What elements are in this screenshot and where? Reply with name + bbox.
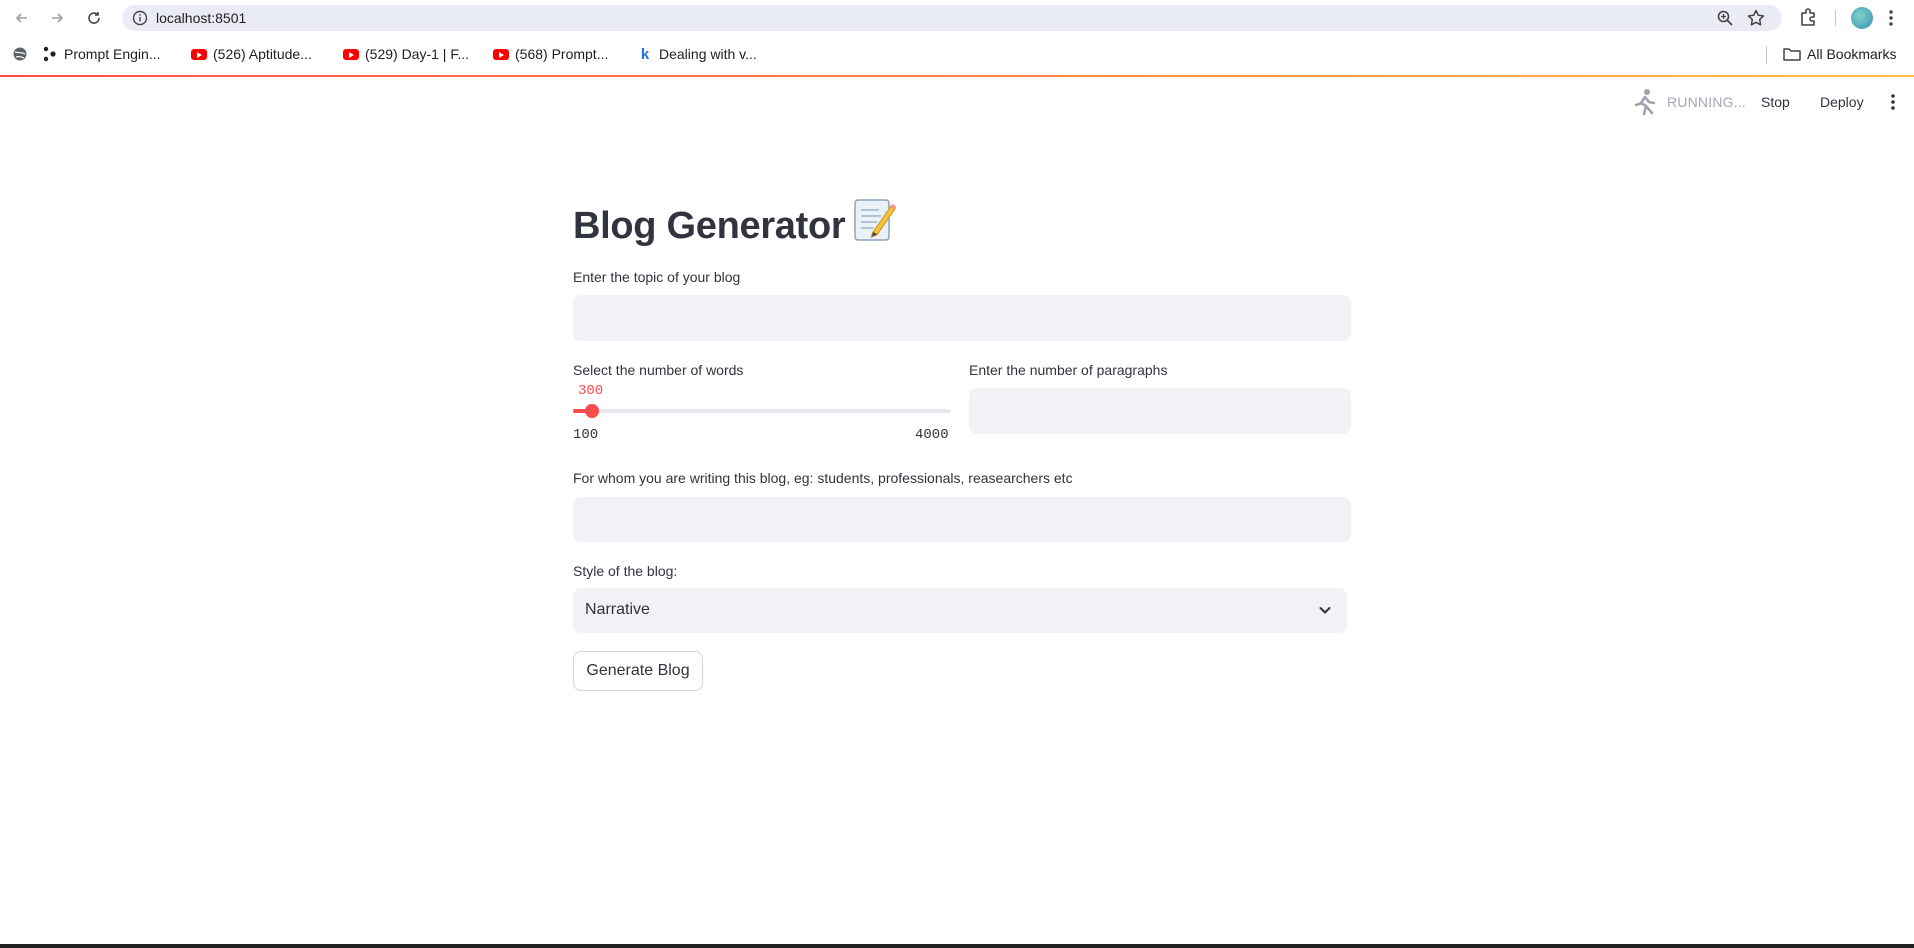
paragraphs-label: Enter the number of paragraphs [969, 362, 1168, 378]
words-min-label: 100 [573, 427, 599, 443]
bookmark-item[interactable]: Prompt Engin... [42, 46, 161, 62]
page-title-text: Blog Generator [573, 205, 846, 247]
bookmark-label: (526) Aptitude... [213, 46, 312, 62]
style-selected-value: Narrative [585, 601, 650, 618]
address-bar[interactable]: localhost:8501 [122, 5, 1782, 31]
words-label: Select the number of words [573, 362, 744, 378]
words-slider-thumb[interactable] [585, 404, 600, 418]
toolbar-divider [1835, 10, 1836, 26]
stop-button[interactable]: Stop [1761, 94, 1790, 110]
forward-icon[interactable] [44, 5, 70, 31]
bookmark-label: (529) Day-1 | F... [365, 46, 470, 62]
bookmark-label: (568) Prompt... [515, 46, 609, 62]
bookmarks-bar: Prompt Engin... (526) Aptitude... (529) … [0, 38, 1914, 72]
folder-icon [1783, 47, 1801, 61]
bookmark-label: Dealing with v... [659, 46, 757, 62]
bookmark-label: Prompt Engin... [64, 46, 161, 62]
style-label: Style of the blog: [573, 563, 678, 579]
taskbar-edge [0, 944, 1914, 948]
bookmarks-divider [1766, 46, 1767, 64]
profile-avatar[interactable] [1851, 7, 1873, 29]
style-select[interactable]: Narrative [573, 588, 1347, 633]
bookmark-star-icon[interactable] [1746, 8, 1766, 33]
youtube-icon [343, 46, 359, 62]
chrome-menu-icon[interactable] [1888, 8, 1894, 33]
dots-icon [42, 46, 58, 62]
topic-label: Enter the topic of your blog [573, 269, 741, 285]
extensions-icon[interactable] [1798, 6, 1820, 33]
back-icon[interactable] [9, 5, 35, 31]
bookmark-item[interactable]: (526) Aptitude... [191, 46, 312, 62]
k-icon: k [640, 45, 650, 63]
audience-label: For whom you are writing this blog, eg: … [573, 470, 1073, 486]
youtube-icon [191, 46, 207, 62]
words-slider-track[interactable] [573, 409, 951, 413]
all-bookmarks-button[interactable]: All Bookmarks [1783, 46, 1896, 62]
topic-input[interactable] [573, 295, 1351, 341]
generate-blog-button[interactable]: Generate Blog [573, 651, 703, 691]
youtube-icon [493, 46, 509, 62]
browser-toolbar: localhost:8501 [0, 0, 1914, 36]
running-man-icon [1632, 88, 1658, 121]
bookmark-item[interactable]: (529) Day-1 | F... [343, 46, 469, 62]
page-title: Blog Generator [573, 196, 897, 252]
chevron-down-icon[interactable] [1317, 602, 1333, 623]
running-status: RUNNING... [1667, 94, 1746, 110]
memo-icon [853, 196, 897, 252]
audience-input[interactable] [573, 497, 1351, 542]
words-max-label: 4000 [915, 427, 949, 443]
zoom-icon[interactable] [1716, 9, 1734, 32]
deploy-button[interactable]: Deploy [1820, 94, 1864, 110]
header-decoration [0, 75, 1914, 77]
url-text[interactable]: localhost:8501 [156, 10, 246, 26]
main-menu-icon[interactable] [1890, 92, 1896, 117]
bookmark-item[interactable]: k Dealing with v... [637, 45, 757, 63]
site-info-icon[interactable] [132, 10, 148, 31]
all-bookmarks-label: All Bookmarks [1807, 46, 1897, 62]
paragraphs-input[interactable] [969, 388, 1351, 434]
bookmark-item[interactable]: (568) Prompt... [493, 46, 608, 62]
reload-icon[interactable] [81, 5, 107, 31]
bookmark-apps-icon[interactable] [12, 46, 28, 62]
words-slider-value: 300 [578, 383, 604, 399]
